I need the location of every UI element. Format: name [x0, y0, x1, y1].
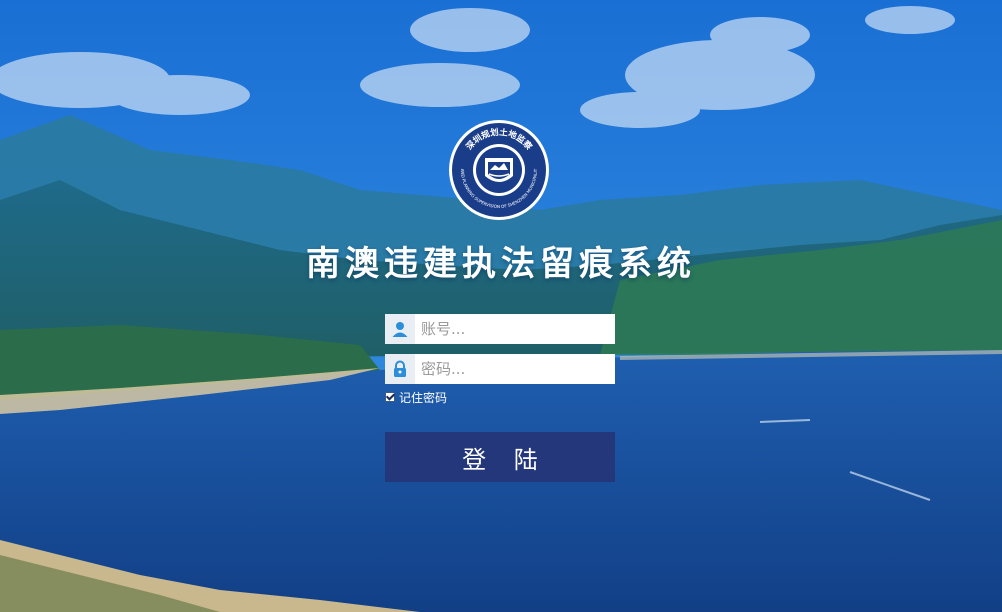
username-input[interactable] — [415, 315, 617, 343]
user-icon — [385, 314, 415, 344]
lock-icon — [385, 354, 415, 384]
emblem-logo: 深圳规划土地监察 LAND PLANNING SUPERVISION OF SH… — [447, 118, 549, 220]
login-button[interactable]: 登 陆 — [385, 432, 615, 482]
background-scene — [0, 0, 1002, 612]
remember-password-label: 记住密码 — [399, 390, 448, 405]
password-input[interactable] — [415, 355, 617, 383]
username-field-wrapper — [385, 314, 617, 344]
page-title: 南澳违建执法留痕系统 — [306, 244, 696, 284]
password-field-wrapper — [385, 354, 617, 384]
remember-password-option[interactable]: 记住密码 — [385, 389, 447, 405]
remember-password-checkbox[interactable] — [385, 392, 395, 402]
